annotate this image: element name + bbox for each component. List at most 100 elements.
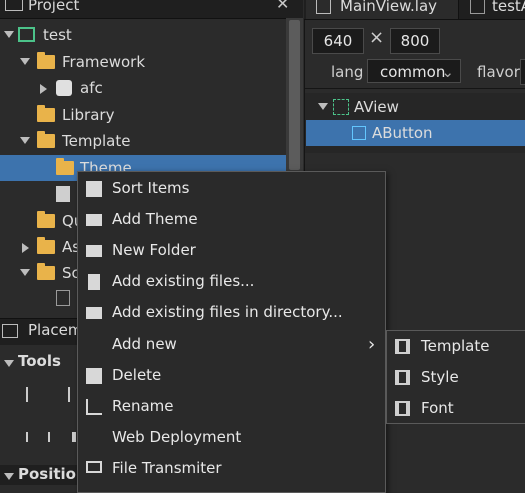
file-icon <box>56 186 70 202</box>
tree-item-qu[interactable]: Qu <box>0 208 83 234</box>
chevron-right-icon[interactable] <box>22 243 29 253</box>
lang-select-value: common <box>380 63 446 81</box>
chevron-down-icon[interactable] <box>4 473 14 480</box>
lang-select[interactable]: common ⌄ <box>367 59 461 83</box>
tree-item-label: test <box>43 26 72 44</box>
tree-item-sc[interactable]: Sc <box>0 260 80 286</box>
divider <box>305 88 525 89</box>
menu-item-label: Add existing files in directory... <box>112 303 343 321</box>
menu-item-add-existing-files[interactable]: Add existing files... <box>78 266 385 297</box>
folder-icon <box>37 52 55 69</box>
tab-mainview[interactable]: MainView.lay <box>306 0 459 19</box>
folder-icon <box>86 214 102 226</box>
folder-icon <box>37 105 55 122</box>
folder-icon <box>56 158 74 175</box>
project-icon <box>18 27 35 42</box>
chevron-down-icon[interactable] <box>318 103 328 110</box>
tree-item-template[interactable]: Template <box>0 128 286 154</box>
chevron-down-icon[interactable] <box>20 137 30 144</box>
times-sign: × <box>369 27 385 48</box>
flavor-select[interactable] <box>520 59 525 85</box>
menu-item-label: Add new <box>112 335 177 353</box>
js-file-icon <box>56 290 70 306</box>
menu-item-label: Sort Items <box>112 179 190 197</box>
menu-item-file-transmiter[interactable]: File Transmiter <box>78 453 385 484</box>
chevron-right-icon: › <box>368 334 376 355</box>
scene-item-aview[interactable]: AView <box>306 94 525 120</box>
submenu-item-template[interactable]: Template <box>387 331 525 362</box>
tree-item-library[interactable]: Library <box>0 102 286 128</box>
tab-testa[interactable]: testA <box>460 0 525 19</box>
submenu-item-font[interactable]: Font <box>387 393 525 424</box>
puzzle-icon <box>56 80 72 96</box>
js-file-icon <box>470 0 485 14</box>
chevron-down-icon: ⌄ <box>441 63 454 81</box>
distribute-vertical-icon[interactable] <box>72 432 76 442</box>
project-panel-icon <box>5 0 23 11</box>
submenu-item-label: Template <box>421 337 490 355</box>
tree-item-label: Framework <box>62 53 146 71</box>
tree-item-framework[interactable]: Framework <box>0 49 286 75</box>
menu-item-label: New Folder <box>112 241 196 259</box>
scene-item-abutton[interactable]: AButton <box>306 120 525 146</box>
layout-file-icon <box>316 0 331 14</box>
project-panel-title: Project <box>28 0 80 14</box>
view-icon <box>333 99 349 115</box>
tools-section-title: Tools <box>18 352 61 370</box>
file-icon <box>88 274 100 290</box>
menu-item-add-existing-files-in-directory[interactable]: Add existing files in directory... <box>78 297 385 328</box>
tab-label: testA <box>492 0 525 15</box>
tree-item-label: Template <box>62 132 131 150</box>
chevron-down-icon[interactable] <box>20 269 30 276</box>
folder-icon <box>37 131 55 148</box>
sort-icon <box>86 181 102 197</box>
folder-icon <box>86 245 102 257</box>
folder-icon <box>37 237 55 254</box>
menu-item-add-theme[interactable]: Add Theme <box>78 204 385 235</box>
menu-item-label: Add existing files... <box>112 272 255 290</box>
placement-panel-icon <box>2 324 18 338</box>
width-input[interactable]: 640 <box>312 28 364 54</box>
align-left-icon[interactable] <box>26 387 46 402</box>
menu-item-new-folder[interactable]: New Folder <box>78 235 385 266</box>
menu-item-add-new[interactable]: Add new › <box>78 329 385 360</box>
flavor-label: flavor <box>477 63 520 81</box>
chevron-down-icon[interactable] <box>4 360 14 367</box>
film-icon <box>395 401 410 416</box>
tree-item-label: afc <box>80 79 103 97</box>
button-icon <box>352 126 366 140</box>
context-menu: Sort Items Add Theme New Folder Add exis… <box>77 171 386 493</box>
chevron-down-icon[interactable] <box>20 58 30 65</box>
tree-item-label: Library <box>62 106 115 124</box>
menu-item-rename[interactable]: Rename <box>78 391 385 422</box>
folder-icon <box>37 263 55 280</box>
scene-item-label: AButton <box>372 124 433 142</box>
close-icon[interactable]: ✕ <box>276 0 289 13</box>
height-input[interactable]: 800 <box>390 28 440 54</box>
tree-item-test[interactable]: test <box>0 22 286 48</box>
menu-item-web-deployment[interactable]: Web Deployment <box>78 422 385 453</box>
scene-item-label: AView <box>354 98 399 116</box>
menu-item-sort-items[interactable]: Sort Items <box>78 173 385 204</box>
tree-item-afc[interactable]: afc <box>0 75 286 101</box>
lang-label: lang <box>331 63 364 81</box>
submenu-item-label: Style <box>421 368 459 386</box>
menu-item-label: Web Deployment <box>112 428 242 446</box>
tree-item-as[interactable]: As <box>0 234 80 260</box>
menu-item-delete[interactable]: Delete <box>78 360 385 391</box>
tree-scrollbar-thumb[interactable] <box>289 20 300 170</box>
film-icon <box>395 339 410 354</box>
film-icon <box>395 370 410 385</box>
chevron-right-icon[interactable] <box>40 84 47 94</box>
menu-item-label: Delete <box>112 366 162 384</box>
submenu-item-style[interactable]: Style <box>387 362 525 393</box>
rename-icon <box>86 399 102 415</box>
submenu-item-label: Font <box>421 399 454 417</box>
tab-label: MainView.lay <box>340 0 438 15</box>
distribute-horizontal-icon[interactable] <box>26 432 50 442</box>
chevron-down-icon[interactable] <box>4 31 14 38</box>
add-new-submenu: Template Style Font <box>386 330 525 424</box>
folder-icon <box>37 211 55 228</box>
delete-icon <box>86 368 102 384</box>
folder-icon <box>86 307 102 319</box>
